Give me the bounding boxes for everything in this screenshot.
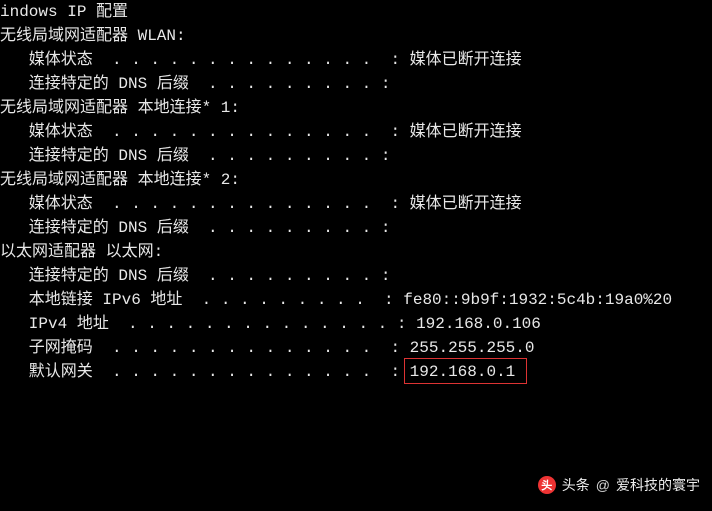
adapter-row: IPv4 地址 . . . . . . . . . . . . . . : 19… <box>0 312 712 336</box>
watermark-at: @ <box>596 477 610 493</box>
adapter-row: 子网掩码 . . . . . . . . . . . . . . : 255.2… <box>0 336 712 360</box>
watermark-name: 爱科技的寰宇 <box>616 475 700 495</box>
adapter-row: 连接特定的 DNS 后缀 . . . . . . . . . : <box>0 216 712 240</box>
adapter-title: 以太网适配器 以太网: <box>0 240 712 264</box>
adapter-row: 默认网关 . . . . . . . . . . . . . . : 192.1… <box>0 360 712 384</box>
adapter-row: 媒体状态 . . . . . . . . . . . . . . : 媒体已断开… <box>0 192 712 216</box>
watermark: 头 头条 @ 爱科技的寰宇 <box>538 475 700 495</box>
ipconfig-header: indows IP 配置 <box>0 0 712 24</box>
adapter-row: 本地链接 IPv6 地址 . . . . . . . . . : fe80::9… <box>0 288 712 312</box>
adapter-row: 连接特定的 DNS 后缀 . . . . . . . . . : <box>0 72 712 96</box>
adapter-row: 连接特定的 DNS 后缀 . . . . . . . . . : <box>0 144 712 168</box>
watermark-badge-icon: 头 <box>538 476 556 494</box>
watermark-prefix: 头条 <box>562 475 590 495</box>
adapter-row: 媒体状态 . . . . . . . . . . . . . . : 媒体已断开… <box>0 48 712 72</box>
adapter-row: 媒体状态 . . . . . . . . . . . . . . : 媒体已断开… <box>0 120 712 144</box>
adapter-title: 无线局域网适配器 本地连接* 1: <box>0 96 712 120</box>
terminal-output: indows IP 配置无线局域网适配器 WLAN: 媒体状态 . . . . … <box>0 0 712 384</box>
adapter-row: 连接特定的 DNS 后缀 . . . . . . . . . : <box>0 264 712 288</box>
adapter-title: 无线局域网适配器 本地连接* 2: <box>0 168 712 192</box>
adapter-title: 无线局域网适配器 WLAN: <box>0 24 712 48</box>
